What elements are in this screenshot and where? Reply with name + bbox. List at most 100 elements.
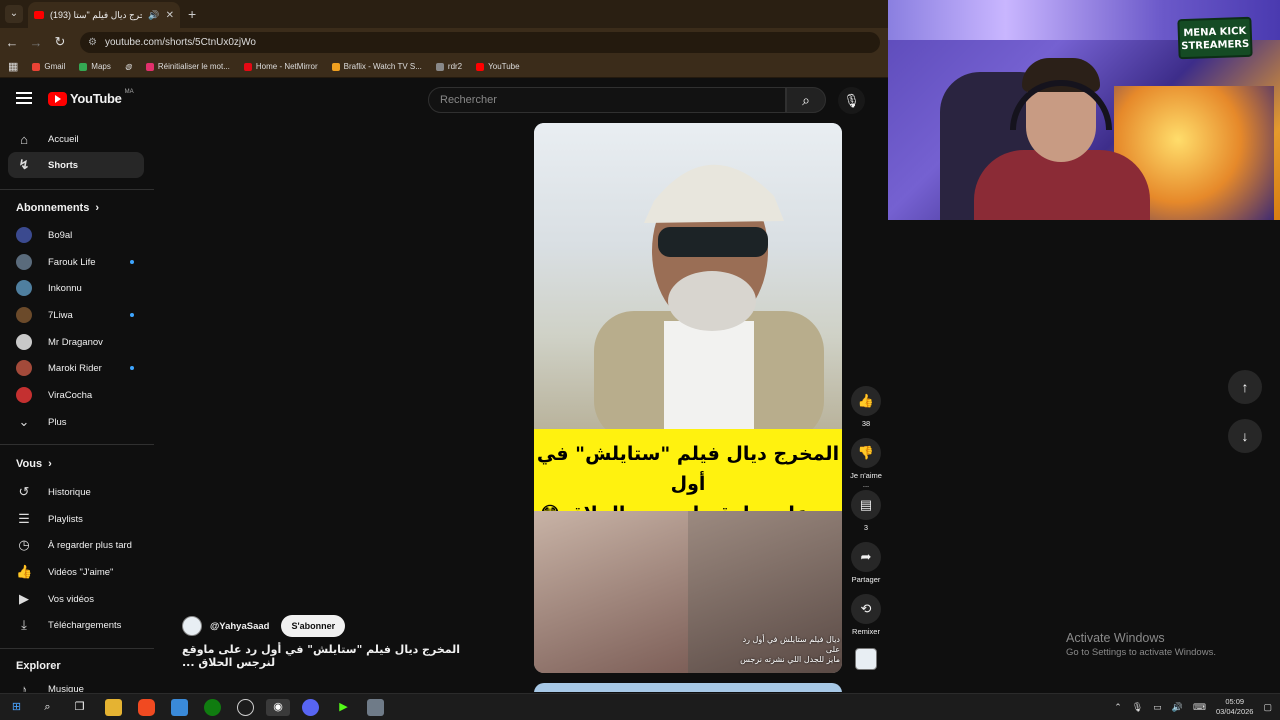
brave-browser-icon[interactable] bbox=[138, 699, 155, 716]
search-button[interactable]: ⌕ bbox=[786, 87, 826, 113]
video-frame-women: ديال فيلم ستايلش في أول رد على مايز للجد… bbox=[534, 511, 842, 673]
video-frame-man bbox=[534, 123, 842, 429]
share-action[interactable]: ➦ Partager bbox=[849, 542, 883, 584]
task-view-icon[interactable]: ❐ bbox=[71, 699, 88, 716]
url-text: youtube.com/shorts/5CtnUx0zjWo bbox=[104, 37, 256, 48]
apps-grid-icon[interactable]: ▦ bbox=[8, 60, 18, 73]
reload-button[interactable]: ↻ bbox=[48, 34, 72, 50]
file-explorer-icon[interactable] bbox=[105, 699, 122, 716]
chevron-up-icon[interactable]: ⌃ bbox=[1114, 702, 1122, 713]
short-title[interactable]: المخرج ديال فيلم "ستايلش" في أول رد على … bbox=[182, 643, 482, 669]
sidebar-item-history[interactable]: ↺ Historique bbox=[8, 479, 144, 505]
sidebar-item-farouk-life[interactable]: Farouk Life bbox=[8, 249, 144, 275]
comments-action[interactable]: ▤ 3 bbox=[849, 490, 883, 532]
browser-tab-active[interactable]: (193) المخرج ديال فيلم "ستا... 🔊 ✕ bbox=[28, 2, 180, 28]
home-icon: ⌂ bbox=[20, 131, 28, 147]
country-code: MA bbox=[124, 88, 134, 95]
video-overlay-text: ديال فيلم ستايلش في أول رد على مايز للجد… bbox=[740, 635, 840, 664]
bookmark-globe[interactable]: ◍ bbox=[125, 62, 132, 71]
bookmark-gmail[interactable]: Gmail bbox=[32, 62, 65, 71]
remix-action[interactable]: ⟲ Remixer bbox=[849, 594, 883, 636]
menu-icon[interactable] bbox=[16, 92, 32, 106]
sidebar-item-more[interactable]: ⌄ Plus bbox=[8, 409, 144, 435]
voice-search-button[interactable]: 🎙 bbox=[838, 87, 865, 114]
bookmark-maps[interactable]: Maps bbox=[79, 62, 111, 71]
you-header[interactable]: Vous › bbox=[16, 458, 52, 470]
live-dot bbox=[130, 313, 134, 317]
thumbs-up-icon: 👍 bbox=[16, 564, 33, 579]
network-icon[interactable]: ▭ bbox=[1153, 702, 1162, 713]
chevron-down-icon: ⌄ bbox=[18, 414, 30, 429]
sidebar-item-liked-videos[interactable]: 👍 Vidéos "J'aime" bbox=[8, 559, 144, 585]
like-action[interactable]: 👍 38 bbox=[849, 386, 883, 428]
shorts-icon: ↯ bbox=[18, 157, 30, 172]
sidebar-item-maroki-rider[interactable]: Maroki Rider bbox=[8, 355, 144, 381]
discord-icon[interactable] bbox=[302, 699, 319, 716]
youtube-logo[interactable]: YouTube MA bbox=[48, 88, 134, 106]
speaker-icon[interactable]: 🔊 bbox=[148, 10, 159, 21]
man-figure bbox=[594, 164, 824, 429]
sidebar-item-downloads[interactable]: ⤓ Téléchargements bbox=[8, 612, 144, 638]
chrome-icon[interactable]: ◉ bbox=[266, 699, 290, 716]
thumbs-up-icon[interactable]: 👍 bbox=[851, 386, 881, 416]
forward-button[interactable]: → bbox=[24, 35, 48, 50]
xbox-icon[interactable] bbox=[204, 699, 221, 716]
bookmark-braflix[interactable]: Braflix - Watch TV S... bbox=[331, 62, 422, 71]
steam-icon[interactable] bbox=[237, 699, 254, 716]
dislike-action[interactable]: 👎 Je n'aime ... bbox=[849, 438, 883, 489]
bookmark-rdr2[interactable]: rdr2 bbox=[435, 62, 462, 71]
download-icon: ⤓ bbox=[21, 617, 27, 632]
bookmarks-bar: ▦ Gmail Maps ◍ Réinitialiser le mot... H… bbox=[0, 56, 888, 78]
keyboard-icon[interactable]: ⌨ bbox=[1193, 702, 1206, 713]
new-tab-button[interactable]: + bbox=[188, 6, 196, 22]
channel-avatar[interactable] bbox=[182, 616, 202, 636]
subscribe-button[interactable]: S'abonner bbox=[281, 615, 346, 637]
sidebar-item-viracocha[interactable]: ViraCocha bbox=[8, 382, 144, 408]
arrow-up-icon: ↑ bbox=[1241, 379, 1249, 395]
bookmark-instagram[interactable]: Réinitialiser le mot... bbox=[145, 62, 230, 71]
sidebar-item-shorts[interactable]: ↯ Shorts bbox=[8, 152, 144, 178]
sidebar-item-home[interactable]: ⌂ Accueil bbox=[8, 126, 144, 152]
tab-search-menu[interactable]: ⌄ bbox=[5, 5, 23, 23]
bookmark-netmirror[interactable]: Home - NetMirror bbox=[243, 62, 318, 71]
volume-icon[interactable]: 🔊 bbox=[1172, 702, 1183, 713]
sidebar-item-7liwa[interactable]: 7Liwa bbox=[8, 302, 144, 328]
app-icon[interactable] bbox=[367, 699, 384, 716]
maps-icon bbox=[79, 62, 88, 71]
microphone-icon[interactable]: 🎙 bbox=[1132, 702, 1143, 713]
sidebar-item-music[interactable]: ♪ Musique bbox=[8, 676, 144, 693]
sidebar-item-inkonnu[interactable]: Inkonnu bbox=[8, 275, 144, 301]
clock[interactable]: 05:09 03/04/2026 bbox=[1216, 697, 1254, 717]
channel-name[interactable]: @YahyaSaad bbox=[210, 621, 269, 632]
remix-icon[interactable]: ⟲ bbox=[851, 594, 881, 624]
share-icon[interactable]: ➦ bbox=[851, 542, 881, 572]
next-short-button[interactable]: ↓ bbox=[1228, 419, 1262, 453]
chevron-right-icon: › bbox=[48, 458, 52, 470]
back-button[interactable]: ← bbox=[0, 35, 24, 50]
sound-avatar[interactable] bbox=[855, 648, 877, 670]
address-bar[interactable]: ⚙ youtube.com/shorts/5CtnUx0zjWo bbox=[80, 32, 880, 53]
sidebar-item-playlists[interactable]: ☰ Playlists bbox=[8, 506, 144, 532]
notification-icon[interactable]: ▢ bbox=[1263, 702, 1272, 713]
avatar bbox=[16, 227, 32, 243]
sidebar-item-bo9al[interactable]: Bo9al bbox=[8, 222, 144, 248]
sidebar-item-your-videos[interactable]: ▶ Vos vidéos bbox=[8, 586, 144, 612]
playlists-icon: ☰ bbox=[18, 511, 30, 526]
store-icon[interactable] bbox=[171, 699, 188, 716]
windows-start-icon[interactable]: ⊞ bbox=[8, 699, 25, 716]
site-info-icon[interactable]: ⚙ bbox=[88, 37, 97, 48]
comment-icon[interactable]: ▤ bbox=[851, 490, 881, 520]
thumbs-down-icon[interactable]: 👎 bbox=[851, 438, 881, 468]
sidebar-item-mr-draganov[interactable]: Mr Draganov bbox=[8, 329, 144, 355]
tab-close-icon[interactable]: ✕ bbox=[166, 10, 174, 21]
next-short-preview[interactable] bbox=[534, 683, 842, 692]
kick-icon[interactable]: ▶ bbox=[335, 699, 352, 716]
previous-short-button[interactable]: ↑ bbox=[1228, 370, 1262, 404]
live-dot bbox=[130, 366, 134, 370]
sidebar-item-watch-later[interactable]: ◷ À regarder plus tard bbox=[8, 532, 144, 558]
search-input[interactable]: Rechercher bbox=[428, 87, 786, 113]
search-icon[interactable]: ⌕ bbox=[39, 699, 56, 716]
subscriptions-header[interactable]: Abonnements › bbox=[16, 202, 99, 214]
bookmark-youtube[interactable]: YouTube bbox=[476, 62, 520, 71]
short-video-player[interactable]: المخرج ديال فيلم "ستايلش" في أول رد على … bbox=[534, 123, 842, 673]
